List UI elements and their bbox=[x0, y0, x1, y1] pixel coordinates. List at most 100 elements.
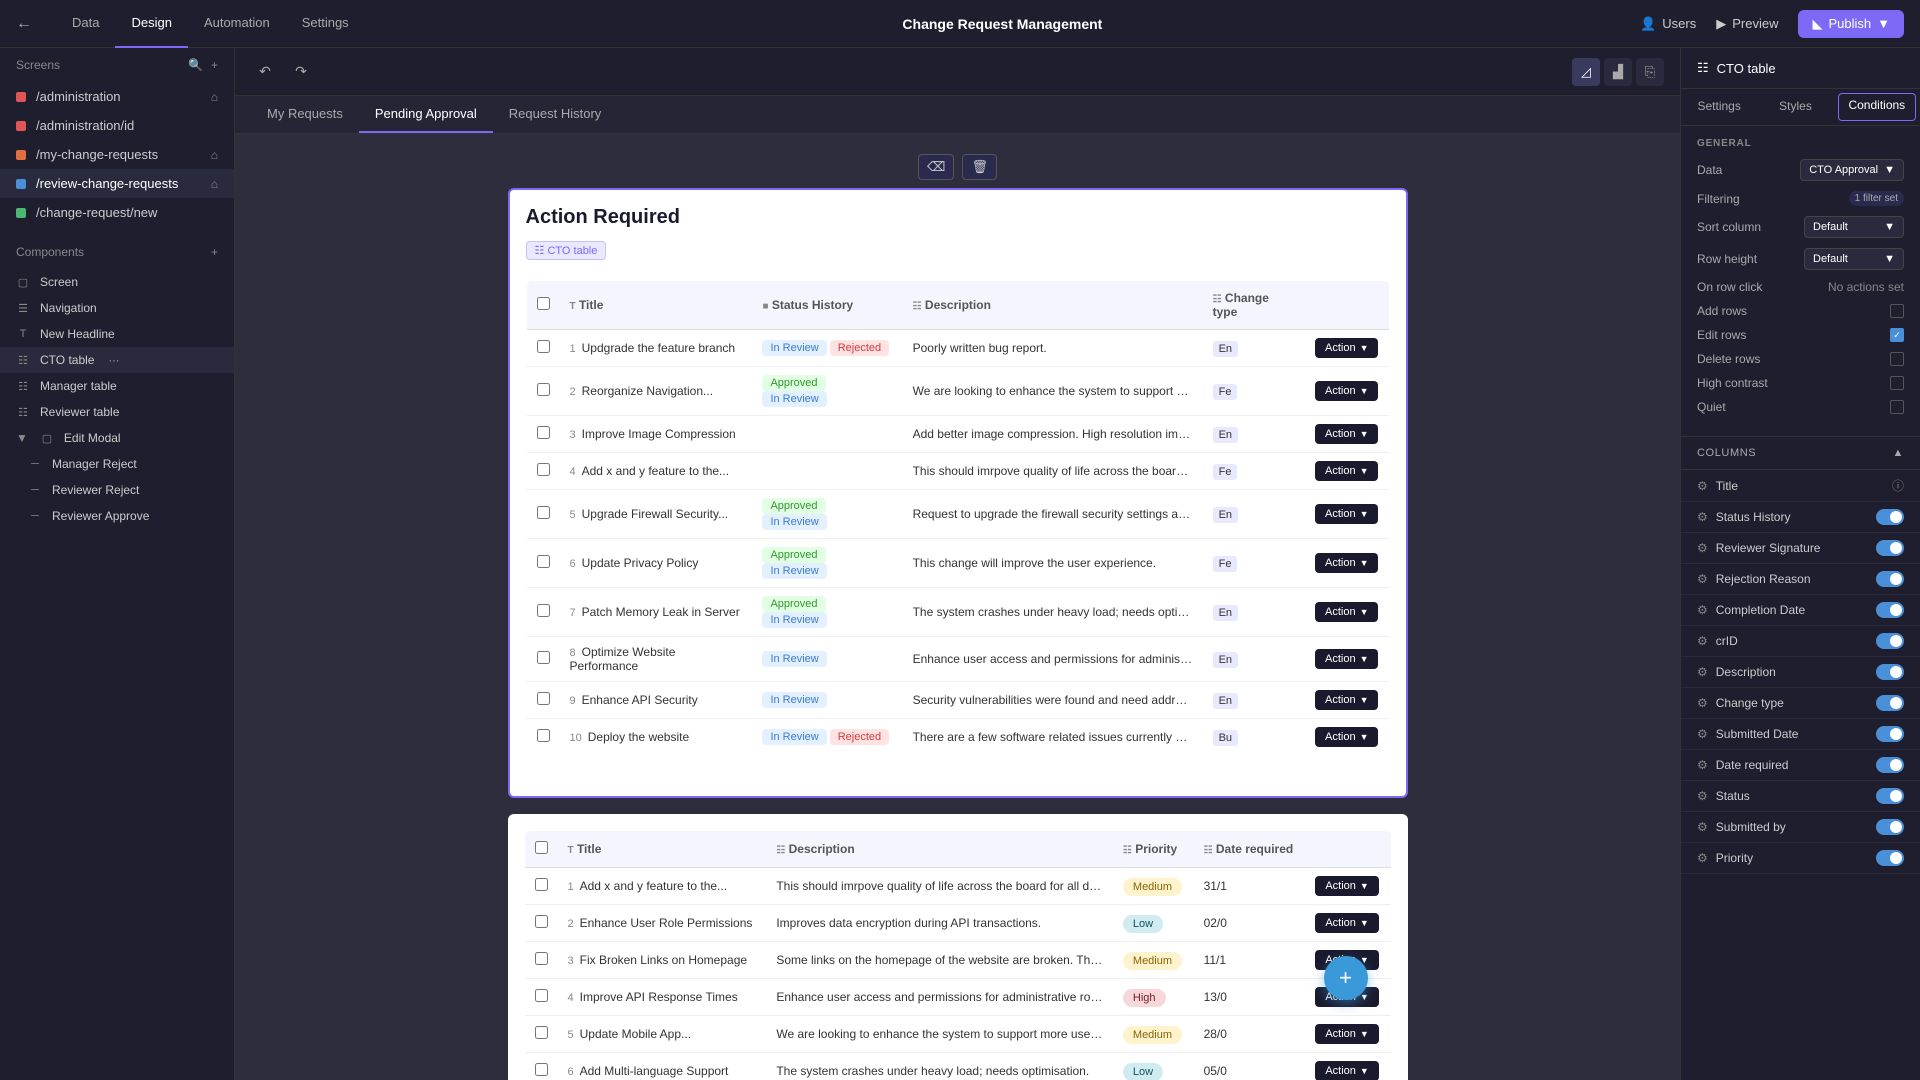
sidebar-item-review-change-requests[interactable]: /review-change-requests ⌂ bbox=[0, 169, 234, 198]
action-button[interactable]: Action ▼ bbox=[1315, 602, 1379, 622]
gear-icon[interactable]: ⚙ bbox=[1697, 696, 1708, 710]
row-checkbox[interactable] bbox=[535, 915, 548, 928]
column-toggle[interactable] bbox=[1876, 695, 1904, 711]
sidebar-component-reviewer-approve[interactable]: ─ Reviewer Approve bbox=[0, 503, 234, 529]
gear-icon[interactable]: ⚙ bbox=[1697, 603, 1708, 617]
sidebar-component-reviewer-table[interactable]: ☷ Reviewer table bbox=[0, 399, 234, 425]
row-checkbox[interactable] bbox=[537, 692, 550, 705]
gear-icon[interactable]: ⚙ bbox=[1697, 820, 1708, 834]
users-button[interactable]: 👤 Users bbox=[1640, 16, 1696, 32]
row-checkbox[interactable] bbox=[535, 1026, 548, 1039]
action-button[interactable]: Action ▼ bbox=[1315, 504, 1379, 524]
filter-badge[interactable]: 1 filter set bbox=[1849, 191, 1904, 206]
gear-icon[interactable]: ⚙ bbox=[1697, 634, 1708, 648]
add-fab-button[interactable]: + bbox=[1324, 956, 1368, 1000]
row-checkbox[interactable] bbox=[535, 878, 548, 891]
column-toggle[interactable] bbox=[1876, 540, 1904, 556]
nav-tab-data[interactable]: Data bbox=[56, 0, 115, 48]
action-button[interactable]: Action ▼ bbox=[1315, 727, 1379, 747]
delete-button[interactable]: 🗑 bbox=[962, 154, 997, 180]
row-checkbox[interactable] bbox=[537, 604, 550, 617]
column-toggle[interactable] bbox=[1876, 571, 1904, 587]
sidebar-component-screen[interactable]: ▢ Screen bbox=[0, 269, 234, 295]
column-toggle[interactable] bbox=[1876, 819, 1904, 835]
column-toggle[interactable] bbox=[1876, 602, 1904, 618]
column-toggle[interactable] bbox=[1876, 726, 1904, 742]
search-icon[interactable]: 🔍 bbox=[188, 58, 203, 72]
back-button[interactable]: ← bbox=[16, 15, 32, 33]
action-button[interactable]: Action ▼ bbox=[1315, 381, 1379, 401]
action-button[interactable]: Action ▼ bbox=[1315, 1061, 1379, 1080]
panel-tab-styles[interactable]: Styles bbox=[1757, 89, 1833, 125]
column-toggle[interactable] bbox=[1876, 788, 1904, 804]
collapse-columns-icon[interactable]: ▲ bbox=[1893, 447, 1905, 459]
page-tab-request-history[interactable]: Request History bbox=[493, 96, 617, 133]
gear-icon[interactable]: ⚙ bbox=[1697, 789, 1708, 803]
page-tab-pending-approval[interactable]: Pending Approval bbox=[359, 96, 493, 133]
column-toggle[interactable] bbox=[1876, 757, 1904, 773]
row-checkbox[interactable] bbox=[535, 989, 548, 1002]
nav-tab-design[interactable]: Design bbox=[115, 0, 187, 48]
row-checkbox[interactable] bbox=[535, 952, 548, 965]
edit-rows-checkbox[interactable]: ✓ bbox=[1890, 328, 1904, 342]
sidebar-item-my-change-requests[interactable]: /my-change-requests ⌂ bbox=[0, 140, 234, 169]
action-button[interactable]: Action ▼ bbox=[1315, 424, 1379, 444]
action-button[interactable]: Action ▼ bbox=[1315, 461, 1379, 481]
panel-tab-conditions[interactable]: Conditions bbox=[1838, 93, 1916, 121]
column-toggle[interactable] bbox=[1876, 664, 1904, 680]
gear-icon[interactable]: ⚙ bbox=[1697, 479, 1708, 493]
sidebar-item-administration-id[interactable]: /administration/id bbox=[0, 111, 234, 140]
sort-column-select[interactable]: Default ▼ bbox=[1804, 216, 1904, 238]
row-checkbox[interactable] bbox=[537, 651, 550, 664]
gear-icon[interactable]: ⚙ bbox=[1697, 665, 1708, 679]
nav-tab-settings[interactable]: Settings bbox=[286, 0, 365, 48]
add-screen-icon[interactable]: + bbox=[211, 58, 218, 72]
row-checkbox[interactable] bbox=[537, 340, 550, 353]
row-checkbox[interactable] bbox=[537, 463, 550, 476]
add-component-icon[interactable]: + bbox=[211, 245, 218, 259]
more-icon[interactable]: ⋯ bbox=[108, 354, 119, 367]
row-checkbox[interactable] bbox=[537, 426, 550, 439]
tablet-view-button[interactable]: ▟ bbox=[1604, 58, 1632, 86]
gear-icon[interactable]: ⚙ bbox=[1697, 510, 1708, 524]
action-button[interactable]: Action ▼ bbox=[1315, 649, 1379, 669]
column-toggle[interactable] bbox=[1876, 509, 1904, 525]
row-height-select[interactable]: Default ▼ bbox=[1804, 248, 1904, 270]
select-all-checkbox2[interactable] bbox=[535, 841, 548, 854]
panel-tab-settings[interactable]: Settings bbox=[1681, 89, 1757, 125]
gear-icon[interactable]: ⚙ bbox=[1697, 758, 1708, 772]
row-checkbox[interactable] bbox=[537, 383, 550, 396]
action-button[interactable]: Action ▼ bbox=[1315, 876, 1379, 896]
page-tab-my-requests[interactable]: My Requests bbox=[251, 96, 359, 133]
sidebar-component-edit-modal[interactable]: ▼ ▢ Edit Modal bbox=[0, 425, 234, 451]
sidebar-component-headline[interactable]: T New Headline bbox=[0, 321, 234, 347]
sidebar-item-administration[interactable]: /administration ⌂ bbox=[0, 82, 234, 111]
row-checkbox[interactable] bbox=[537, 506, 550, 519]
quiet-checkbox[interactable] bbox=[1890, 400, 1904, 414]
gear-icon[interactable]: ⚙ bbox=[1697, 541, 1708, 555]
gear-icon[interactable]: ⚙ bbox=[1697, 851, 1708, 865]
action-button[interactable]: Action ▼ bbox=[1315, 913, 1379, 933]
action-button[interactable]: Action ▼ bbox=[1315, 690, 1379, 710]
desktop-view-button[interactable]: ◿ bbox=[1572, 58, 1600, 86]
sidebar-component-reviewer-reject[interactable]: ─ Reviewer Reject bbox=[0, 477, 234, 503]
sidebar-component-manager-table[interactable]: ☷ Manager table bbox=[0, 373, 234, 399]
action-button[interactable]: Action ▼ bbox=[1315, 553, 1379, 573]
publish-button[interactable]: ◣ Publish ▼ bbox=[1798, 10, 1904, 38]
action-button[interactable]: Action ▼ bbox=[1315, 338, 1379, 358]
row-checkbox[interactable] bbox=[535, 1063, 548, 1076]
nav-tab-automation[interactable]: Automation bbox=[188, 0, 286, 48]
high-contrast-checkbox[interactable] bbox=[1890, 376, 1904, 390]
info-icon[interactable]: ⓘ bbox=[1892, 477, 1904, 494]
duplicate-button[interactable]: ⌫ bbox=[918, 154, 954, 180]
preview-button[interactable]: ▶ Preview bbox=[1716, 16, 1778, 32]
select-all-checkbox[interactable] bbox=[537, 297, 550, 310]
gear-icon[interactable]: ⚙ bbox=[1697, 572, 1708, 586]
action-button[interactable]: Action ▼ bbox=[1315, 1024, 1379, 1044]
delete-rows-checkbox[interactable] bbox=[1890, 352, 1904, 366]
row-checkbox[interactable] bbox=[537, 555, 550, 568]
undo-button[interactable]: ↶ bbox=[251, 58, 279, 86]
redo-button[interactable]: ↷ bbox=[287, 58, 315, 86]
sidebar-component-cto-table[interactable]: ☷ CTO table ⋯ bbox=[0, 347, 234, 373]
mobile-view-button[interactable]: ⎘ bbox=[1636, 58, 1664, 86]
